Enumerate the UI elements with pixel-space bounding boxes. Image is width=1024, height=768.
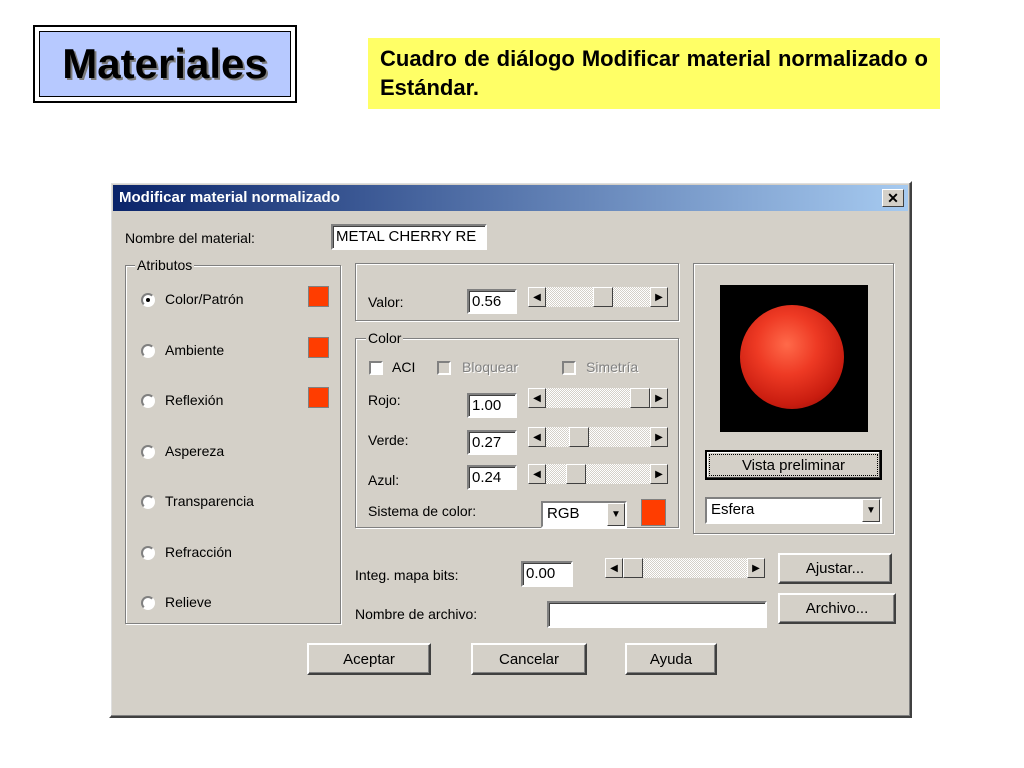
slide-caption: Cuadro de diálogo Modificar material nor…	[368, 38, 940, 109]
attribute-radio[interactable]	[141, 545, 155, 560]
attributes-group-label: Atributos	[135, 257, 195, 273]
chevron-down-icon[interactable]: ▼	[607, 503, 625, 526]
green-label: Verde:	[368, 432, 409, 448]
color-system-select[interactable]: RGB ▼	[541, 501, 627, 528]
scroll-left-icon[interactable]: ◀	[528, 427, 546, 447]
blue-slider[interactable]: ◀ ▶	[528, 464, 668, 484]
color-system-label: Sistema de color:	[368, 503, 477, 519]
slider-thumb[interactable]	[623, 558, 643, 578]
scroll-right-icon[interactable]: ▶	[650, 464, 668, 484]
attribute-label: Relieve	[165, 594, 212, 610]
close-icon: ✕	[887, 190, 899, 206]
scroll-right-icon[interactable]: ▶	[650, 287, 668, 307]
attribute-label: Transparencia	[165, 493, 254, 509]
color-system-value: RGB	[547, 505, 580, 522]
color-group-label: Color	[366, 330, 404, 346]
slide-title: Materiales	[39, 31, 291, 97]
cancel-button[interactable]: Cancelar	[471, 643, 587, 675]
ok-button[interactable]: Aceptar	[307, 643, 431, 675]
value-label: Valor:	[368, 294, 404, 310]
bitmap-blend-field[interactable]: 0.00	[521, 561, 573, 587]
lock-checkbox[interactable]	[437, 361, 451, 375]
attribute-radio[interactable]	[141, 444, 155, 459]
dialog-title: Modificar material normalizado	[119, 189, 340, 206]
modify-material-dialog: Modificar material normalizado ✕ Nombre …	[109, 181, 912, 718]
slider-thumb[interactable]	[630, 388, 650, 408]
file-button[interactable]: Archivo...	[778, 593, 896, 624]
chevron-down-icon[interactable]: ▼	[862, 499, 880, 522]
attribute-label: Ambiente	[165, 341, 225, 358]
scroll-right-icon[interactable]: ▶	[650, 427, 668, 447]
blue-field[interactable]: 0.24	[467, 465, 517, 490]
close-button[interactable]: ✕	[882, 189, 904, 207]
aci-label: ACI	[392, 359, 416, 375]
slider-thumb[interactable]	[566, 464, 587, 484]
value-field[interactable]: 0.56	[467, 289, 517, 314]
material-name-label: Nombre del material:	[125, 230, 255, 246]
file-name-field[interactable]	[547, 601, 767, 628]
scroll-left-icon[interactable]: ◀	[605, 558, 623, 578]
red-slider[interactable]: ◀ ▶	[528, 388, 668, 408]
green-slider[interactable]: ◀ ▶	[528, 427, 668, 447]
slide-title-box: Materiales	[33, 25, 297, 103]
scroll-left-icon[interactable]: ◀	[528, 388, 546, 408]
adjust-button[interactable]: Ajustar...	[778, 553, 892, 584]
preview-shape-select[interactable]: Esfera ▼	[705, 497, 882, 524]
material-name-field[interactable]: METAL CHERRY RE	[331, 224, 487, 250]
red-field[interactable]: 1.00	[467, 393, 517, 418]
bitmap-blend-slider[interactable]: ◀ ▶	[605, 558, 765, 578]
attribute-color-swatch[interactable]	[308, 387, 329, 408]
value-slider[interactable]: ◀ ▶	[528, 287, 668, 307]
material-preview	[720, 285, 868, 432]
preview-shape-value: Esfera	[711, 501, 755, 518]
scroll-right-icon[interactable]: ▶	[747, 558, 765, 578]
slider-thumb[interactable]	[568, 427, 589, 447]
attribute-label: Reflexión	[165, 392, 224, 408]
bitmap-blend-label: Integ. mapa bits:	[355, 567, 459, 583]
dialog-title-bar: Modificar material normalizado ✕	[113, 185, 908, 211]
blue-label: Azul:	[368, 472, 400, 488]
attribute-label: Refracción	[165, 543, 232, 560]
attribute-radio[interactable]	[141, 293, 155, 307]
green-field[interactable]: 0.27	[467, 430, 517, 455]
file-name-label: Nombre de archivo:	[355, 606, 478, 622]
attribute-color-swatch[interactable]	[308, 286, 329, 307]
symmetry-label: Simetría	[586, 359, 639, 375]
attribute-label: Aspereza	[165, 442, 225, 459]
attribute-radio[interactable]	[141, 343, 155, 358]
symmetry-checkbox[interactable]	[562, 361, 576, 375]
red-label: Rojo:	[368, 392, 401, 408]
attributes-group	[125, 265, 341, 624]
color-system-swatch[interactable]	[641, 499, 666, 526]
attribute-radio[interactable]	[141, 495, 155, 509]
attribute-radio[interactable]	[141, 596, 155, 610]
lock-label: Bloquear	[462, 359, 519, 375]
help-button[interactable]: Ayuda	[625, 643, 717, 675]
attribute-radio[interactable]	[141, 394, 155, 408]
attribute-label: Color/Patrón	[165, 291, 244, 307]
aci-checkbox[interactable]	[369, 361, 383, 375]
scroll-left-icon[interactable]: ◀	[528, 287, 546, 307]
scroll-left-icon[interactable]: ◀	[528, 464, 546, 484]
preview-sphere	[740, 305, 844, 409]
preview-button[interactable]: Vista preliminar	[705, 450, 882, 480]
slider-thumb[interactable]	[593, 287, 614, 307]
scroll-right-icon[interactable]: ▶	[650, 388, 668, 408]
attribute-color-swatch[interactable]	[308, 336, 329, 358]
